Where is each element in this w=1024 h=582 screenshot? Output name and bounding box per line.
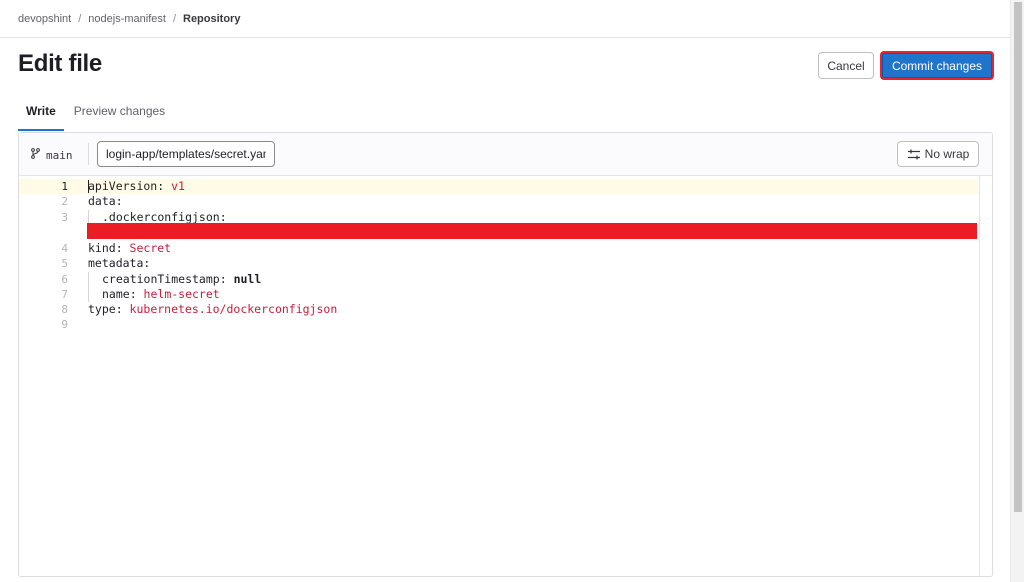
yaml-value: helm-secret <box>143 286 220 301</box>
branch-name: main <box>46 148 73 162</box>
line-number: 2 <box>61 195 68 209</box>
line-number: 1 <box>61 180 68 193</box>
yaml-value: v1 <box>171 179 185 193</box>
breadcrumb-current-repository[interactable]: Repository <box>183 13 240 25</box>
code-text: creationTimestamp: null <box>88 271 262 287</box>
no-wrap-button[interactable]: No wrap <box>897 141 979 167</box>
editor-toolbar: main No wrap <box>19 133 992 176</box>
indent-guide <box>88 286 102 302</box>
code-line[interactable]: 8 type: kubernetes.io/dockerconfigjson <box>19 302 978 317</box>
code-editor[interactable]: 1 apiVersion: v1 2 data: 3 .dockerconfigjson:… <box>19 176 992 576</box>
editor-tabs: Write Preview changes <box>18 104 175 131</box>
code-text: name: helm-secret <box>88 286 220 302</box>
page-scrollbar[interactable] <box>1010 0 1024 582</box>
editor-scrollbar[interactable] <box>979 176 992 576</box>
branch-icon <box>31 148 40 162</box>
breadcrumb-link-nodejs-manifest[interactable]: nodejs-manifest <box>88 13 166 25</box>
cancel-button[interactable]: Cancel <box>818 52 874 79</box>
page-scrollbar-thumb[interactable] <box>1014 2 1022 512</box>
line-number: 6 <box>61 272 68 286</box>
branch-indicator: main <box>31 148 73 162</box>
code-text: data: <box>88 194 123 209</box>
page-title: Edit file <box>18 50 102 77</box>
yaml-value: kubernetes.io/dockerconfigjson <box>129 302 338 317</box>
tab-write[interactable]: Write <box>18 104 64 131</box>
yaml-value: Secret <box>129 240 172 255</box>
code-line[interactable]: 4 kind: Secret <box>19 241 978 256</box>
breadcrumb-link-devopshint[interactable]: devopshint <box>18 13 71 25</box>
code-line[interactable]: 5 metadata: <box>19 256 978 271</box>
yaml-key: creationTimestamp: <box>102 271 234 286</box>
yaml-key: apiVersion: <box>88 179 172 193</box>
code-line[interactable]: 9 <box>19 317 978 332</box>
breadcrumb-separator: / <box>172 13 176 25</box>
code-line[interactable]: 2 data: <box>19 194 978 209</box>
line-number: 4 <box>61 241 68 255</box>
tab-preview-changes[interactable]: Preview changes <box>66 104 173 131</box>
code-text: apiVersion: v1 <box>88 179 185 194</box>
line-number: 8 <box>61 303 68 317</box>
indent-guide <box>88 271 102 287</box>
yaml-key: metadata: <box>88 256 151 271</box>
breadcrumb-separator: / <box>78 13 82 25</box>
code-text: type: kubernetes.io/dockerconfigjson <box>88 302 337 317</box>
yaml-key: name: <box>102 286 144 301</box>
code-line[interactable]: 6 creationTimestamp: null <box>19 271 978 287</box>
filename-input[interactable] <box>97 141 275 167</box>
wrap-icon <box>907 149 920 159</box>
line-number: 5 <box>61 257 68 271</box>
no-wrap-label: No wrap <box>924 147 970 161</box>
toolbar-divider <box>88 143 89 165</box>
breadcrumb: devopshint / nodejs-manifest / Repositor… <box>18 13 240 25</box>
yaml-key: .dockerconfigjson: <box>102 209 227 224</box>
file-editor: main No wrap 1 apiVersion: v1 2 data: 3 .dock… <box>18 132 993 577</box>
code-line[interactable]: 7 name: helm-secret <box>19 286 978 302</box>
yaml-key: kind: <box>88 240 130 255</box>
yaml-key: data: <box>88 194 123 209</box>
code-line[interactable]: 1 apiVersion: v1 <box>19 179 978 195</box>
code-text: metadata: <box>88 256 150 271</box>
commit-changes-button[interactable]: Commit changes <box>880 51 994 80</box>
redacted-value-bar <box>87 223 977 239</box>
yaml-value: null <box>233 271 262 286</box>
line-number: 7 <box>61 287 68 301</box>
code-text: kind: Secret <box>88 241 171 256</box>
line-number: 3 <box>61 210 68 224</box>
header-divider <box>0 37 1010 38</box>
yaml-key: type: <box>88 302 130 317</box>
line-number: 9 <box>61 318 68 332</box>
